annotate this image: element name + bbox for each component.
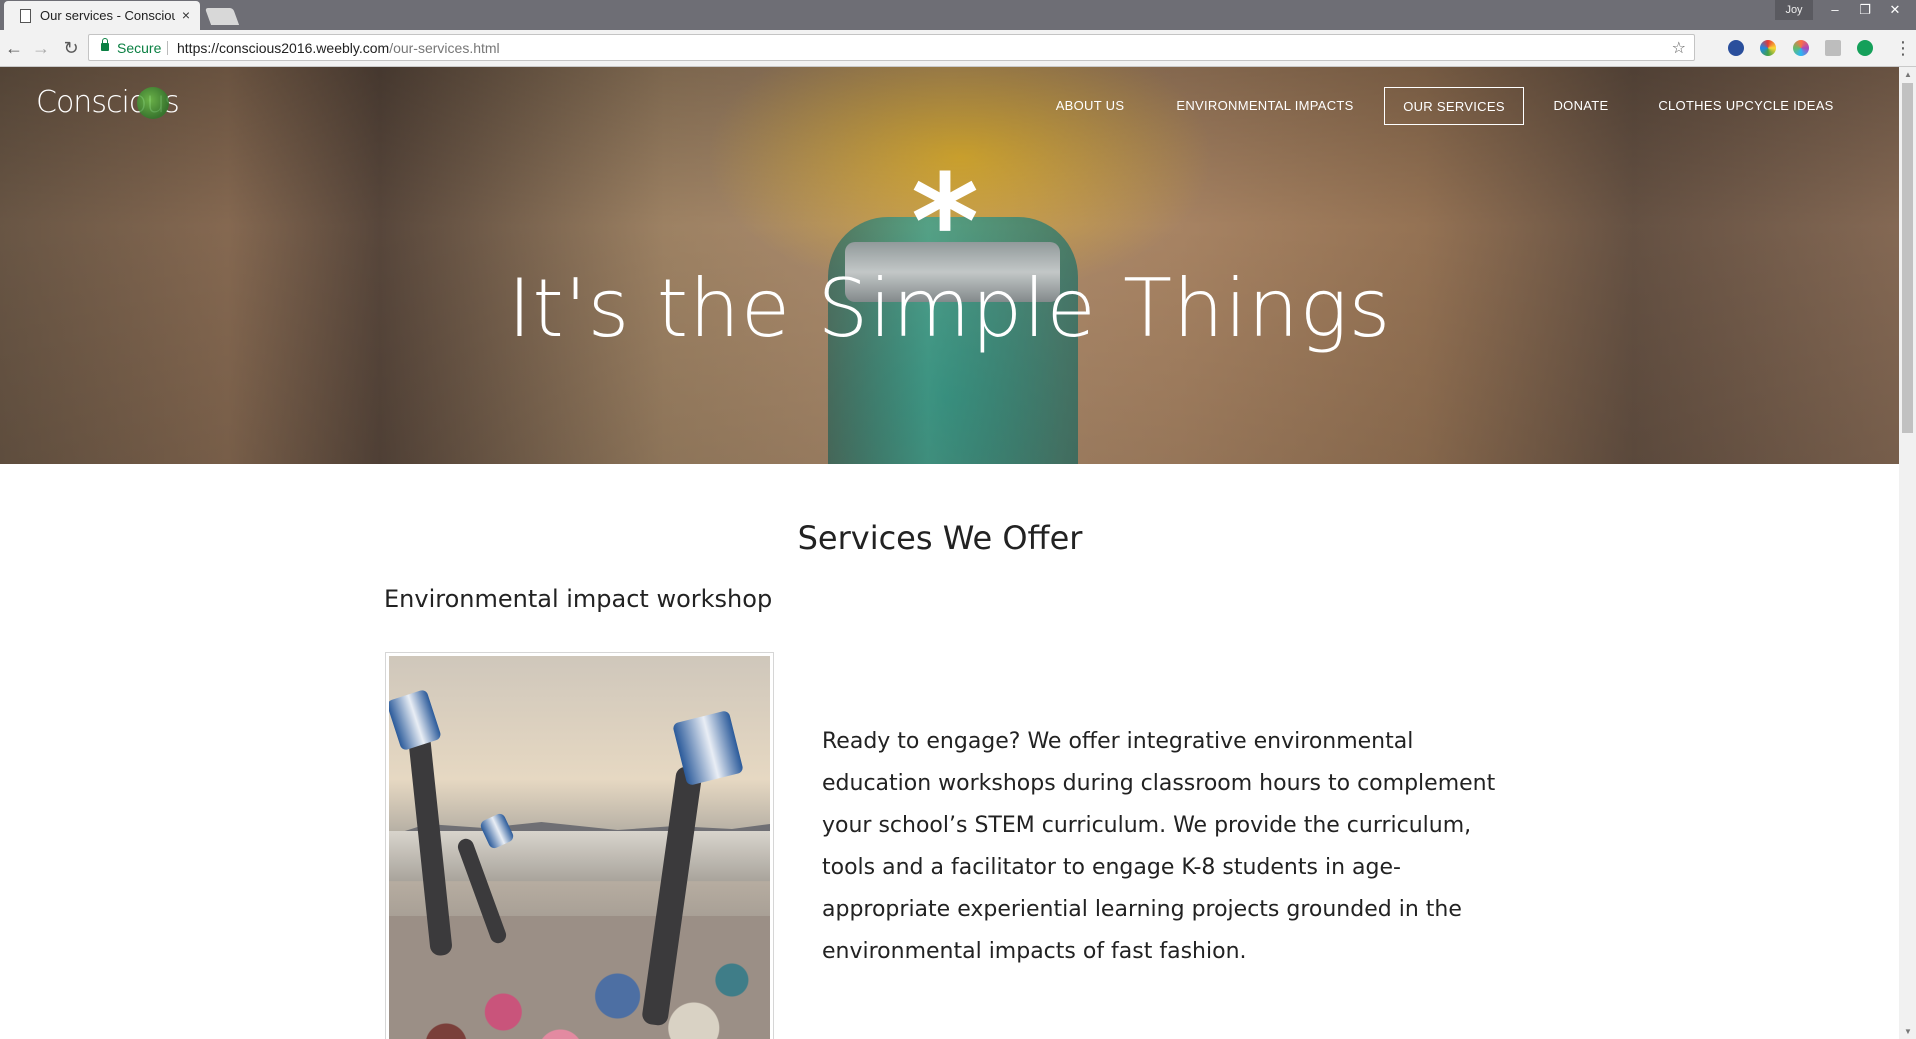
browser-toolbar: ← → ↻ Secure https://conscious2016.weebl… [0,30,1916,67]
tab-strip: Our services - Conscious × Joy – ❐ ✕ [0,0,1916,30]
tab-close-icon[interactable]: × [182,1,190,30]
nav-environmental-impacts[interactable]: ENVIRONMENTAL IMPACTS [1165,87,1365,125]
workshop-heading: Environmental impact workshop [384,585,773,613]
minimize-icon[interactable]: – [1820,0,1850,20]
new-tab-button[interactable] [204,8,240,25]
hero-banner: Conscious ABOUT US ENVIRONMENTAL IMPACTS… [0,67,1899,464]
grammarly-icon[interactable] [1857,40,1873,56]
scroll-down-icon[interactable]: ▼ [1903,1027,1913,1036]
section-title: Services We Offer [797,519,1083,557]
divider [167,41,168,55]
menu-icon[interactable]: ⋮ [1894,36,1912,60]
page-viewport: Conscious ABOUT US ENVIRONMENTAL IMPACTS… [0,67,1899,1039]
close-window-icon[interactable]: ✕ [1880,0,1910,20]
extension-icon-3[interactable] [1793,40,1809,56]
url-text: https://conscious2016.weebly.com/our-ser… [177,40,500,56]
bookmark-star-icon[interactable]: ☆ [1672,35,1686,62]
address-bar[interactable]: Secure https://conscious2016.weebly.com/… [88,34,1695,61]
main-nav: ABOUT US ENVIRONMENTAL IMPACTS OUR SERVI… [0,87,1899,127]
lock-icon [101,38,109,51]
workshop-description: Ready to engage? We offer integrative en… [822,729,1496,964]
tab-title: Our services - Conscious [40,8,175,23]
browser-tab[interactable]: Our services - Conscious × [4,1,200,30]
workshop-photo[interactable] [385,652,774,1039]
nav-about-us[interactable]: ABOUT US [1044,87,1136,125]
asterisk-icon: * [911,146,979,298]
extension-icon-4[interactable] [1825,40,1841,56]
extension-icon-1[interactable] [1728,40,1744,56]
scroll-up-icon[interactable]: ▲ [1903,70,1913,79]
scrollbar-thumb[interactable] [1902,83,1913,433]
nav-our-services[interactable]: OUR SERVICES [1384,87,1524,125]
reload-icon[interactable]: ↻ [59,36,83,60]
nav-clothes-upcycle-ideas[interactable]: CLOTHES UPCYCLE IDEAS [1650,87,1842,125]
extension-icon-2[interactable] [1760,40,1776,56]
forward-icon[interactable]: → [29,36,53,60]
secure-label: Secure [117,40,162,56]
back-icon[interactable]: ← [2,36,26,60]
restore-icon[interactable]: ❐ [1850,0,1880,20]
nav-donate[interactable]: DONATE [1545,87,1617,125]
profile-button[interactable]: Joy [1775,0,1813,20]
hero-title: It's the Simple Things [507,262,1392,355]
page-icon [20,9,31,23]
